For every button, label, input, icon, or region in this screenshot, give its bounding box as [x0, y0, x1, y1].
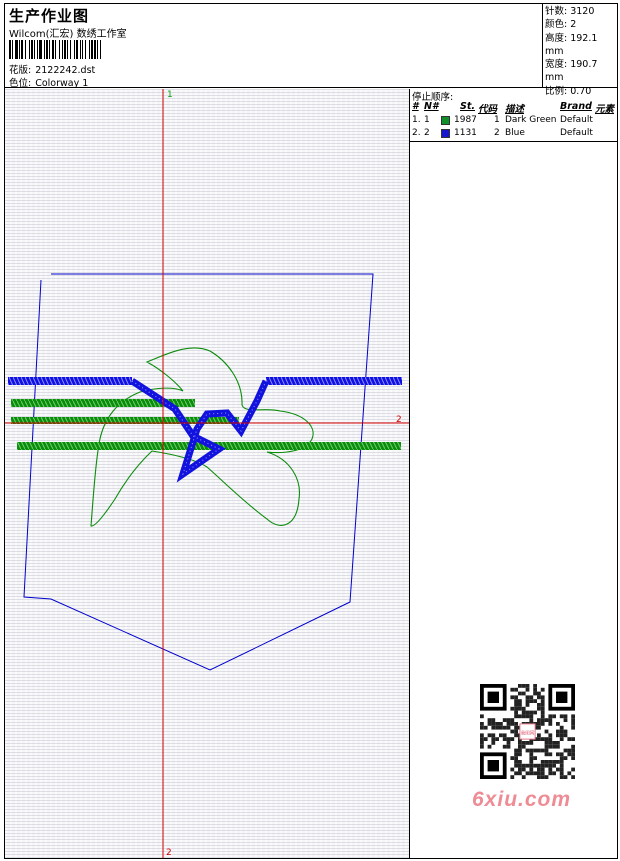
col-header-element: 元素	[595, 104, 615, 115]
stat-colors: 颜色: 2	[545, 19, 577, 31]
col-header-brand: Brand	[560, 101, 592, 112]
color-swatch	[441, 116, 450, 125]
stop-sequence-table: # N# St. 代码 描述 Brand 元素 1. 1 1987 1 Dark…	[410, 101, 618, 142]
axis-label-top: 1	[167, 90, 173, 100]
col-header-stitches: St.	[460, 101, 475, 112]
design-canvas[interactable]: 1 2 2	[5, 89, 409, 858]
axis-label-right: 2	[396, 415, 402, 425]
colorway-line: 色位: Colorway 1	[9, 75, 88, 89]
qr-center-logo: 我图网	[521, 730, 535, 737]
col-header-index: #	[412, 101, 419, 112]
blue-band-left	[8, 377, 132, 385]
table-row[interactable]: 1. 1 1987 1 Dark Green Default	[410, 115, 618, 128]
colorway-value: Colorway 1	[35, 78, 89, 89]
barcode	[9, 40, 147, 59]
colorway-label: 色位:	[9, 78, 32, 89]
stat-height: 高度: 192.1 mm	[545, 32, 598, 57]
pocket-outline	[23, 273, 374, 671]
axis-label-bottom: 2	[166, 848, 172, 858]
table-row[interactable]: 2. 2 1131 2 Blue Default	[410, 128, 618, 141]
stat-stitches: 针数: 3120	[545, 6, 595, 17]
col-header-description: 描述	[505, 104, 525, 115]
page-title: 生产作业图	[9, 7, 90, 25]
col-header-n: N#	[424, 101, 439, 112]
blue-band-right	[266, 377, 402, 385]
design-drawing: 1 2 2	[5, 89, 409, 858]
company-name: Wilcom(汇宏) 数绣工作室	[9, 29, 127, 40]
header: 生产作业图 Wilcom(汇宏) 数绣工作室 花版: 2122242.dst 色位…	[4, 3, 618, 97]
barcode-bar	[100, 40, 101, 59]
qr-code-icon: 我图网	[480, 684, 575, 779]
watermark-brand: 6xiu.com	[472, 788, 572, 811]
design-stats: 针数: 3120 颜色: 2 高度: 192.1 mm 宽度: 190.7 mm 比例:…	[542, 3, 618, 97]
stat-width: 宽度: 190.7 mm	[545, 59, 598, 84]
watermark-qr-code: 我图网	[471, 680, 583, 784]
design-file-line: 花版: 2122242.dst	[9, 62, 95, 76]
col-header-code: 代码	[478, 104, 498, 115]
color-swatch	[441, 129, 450, 138]
blue-zigzag-path	[130, 378, 270, 483]
